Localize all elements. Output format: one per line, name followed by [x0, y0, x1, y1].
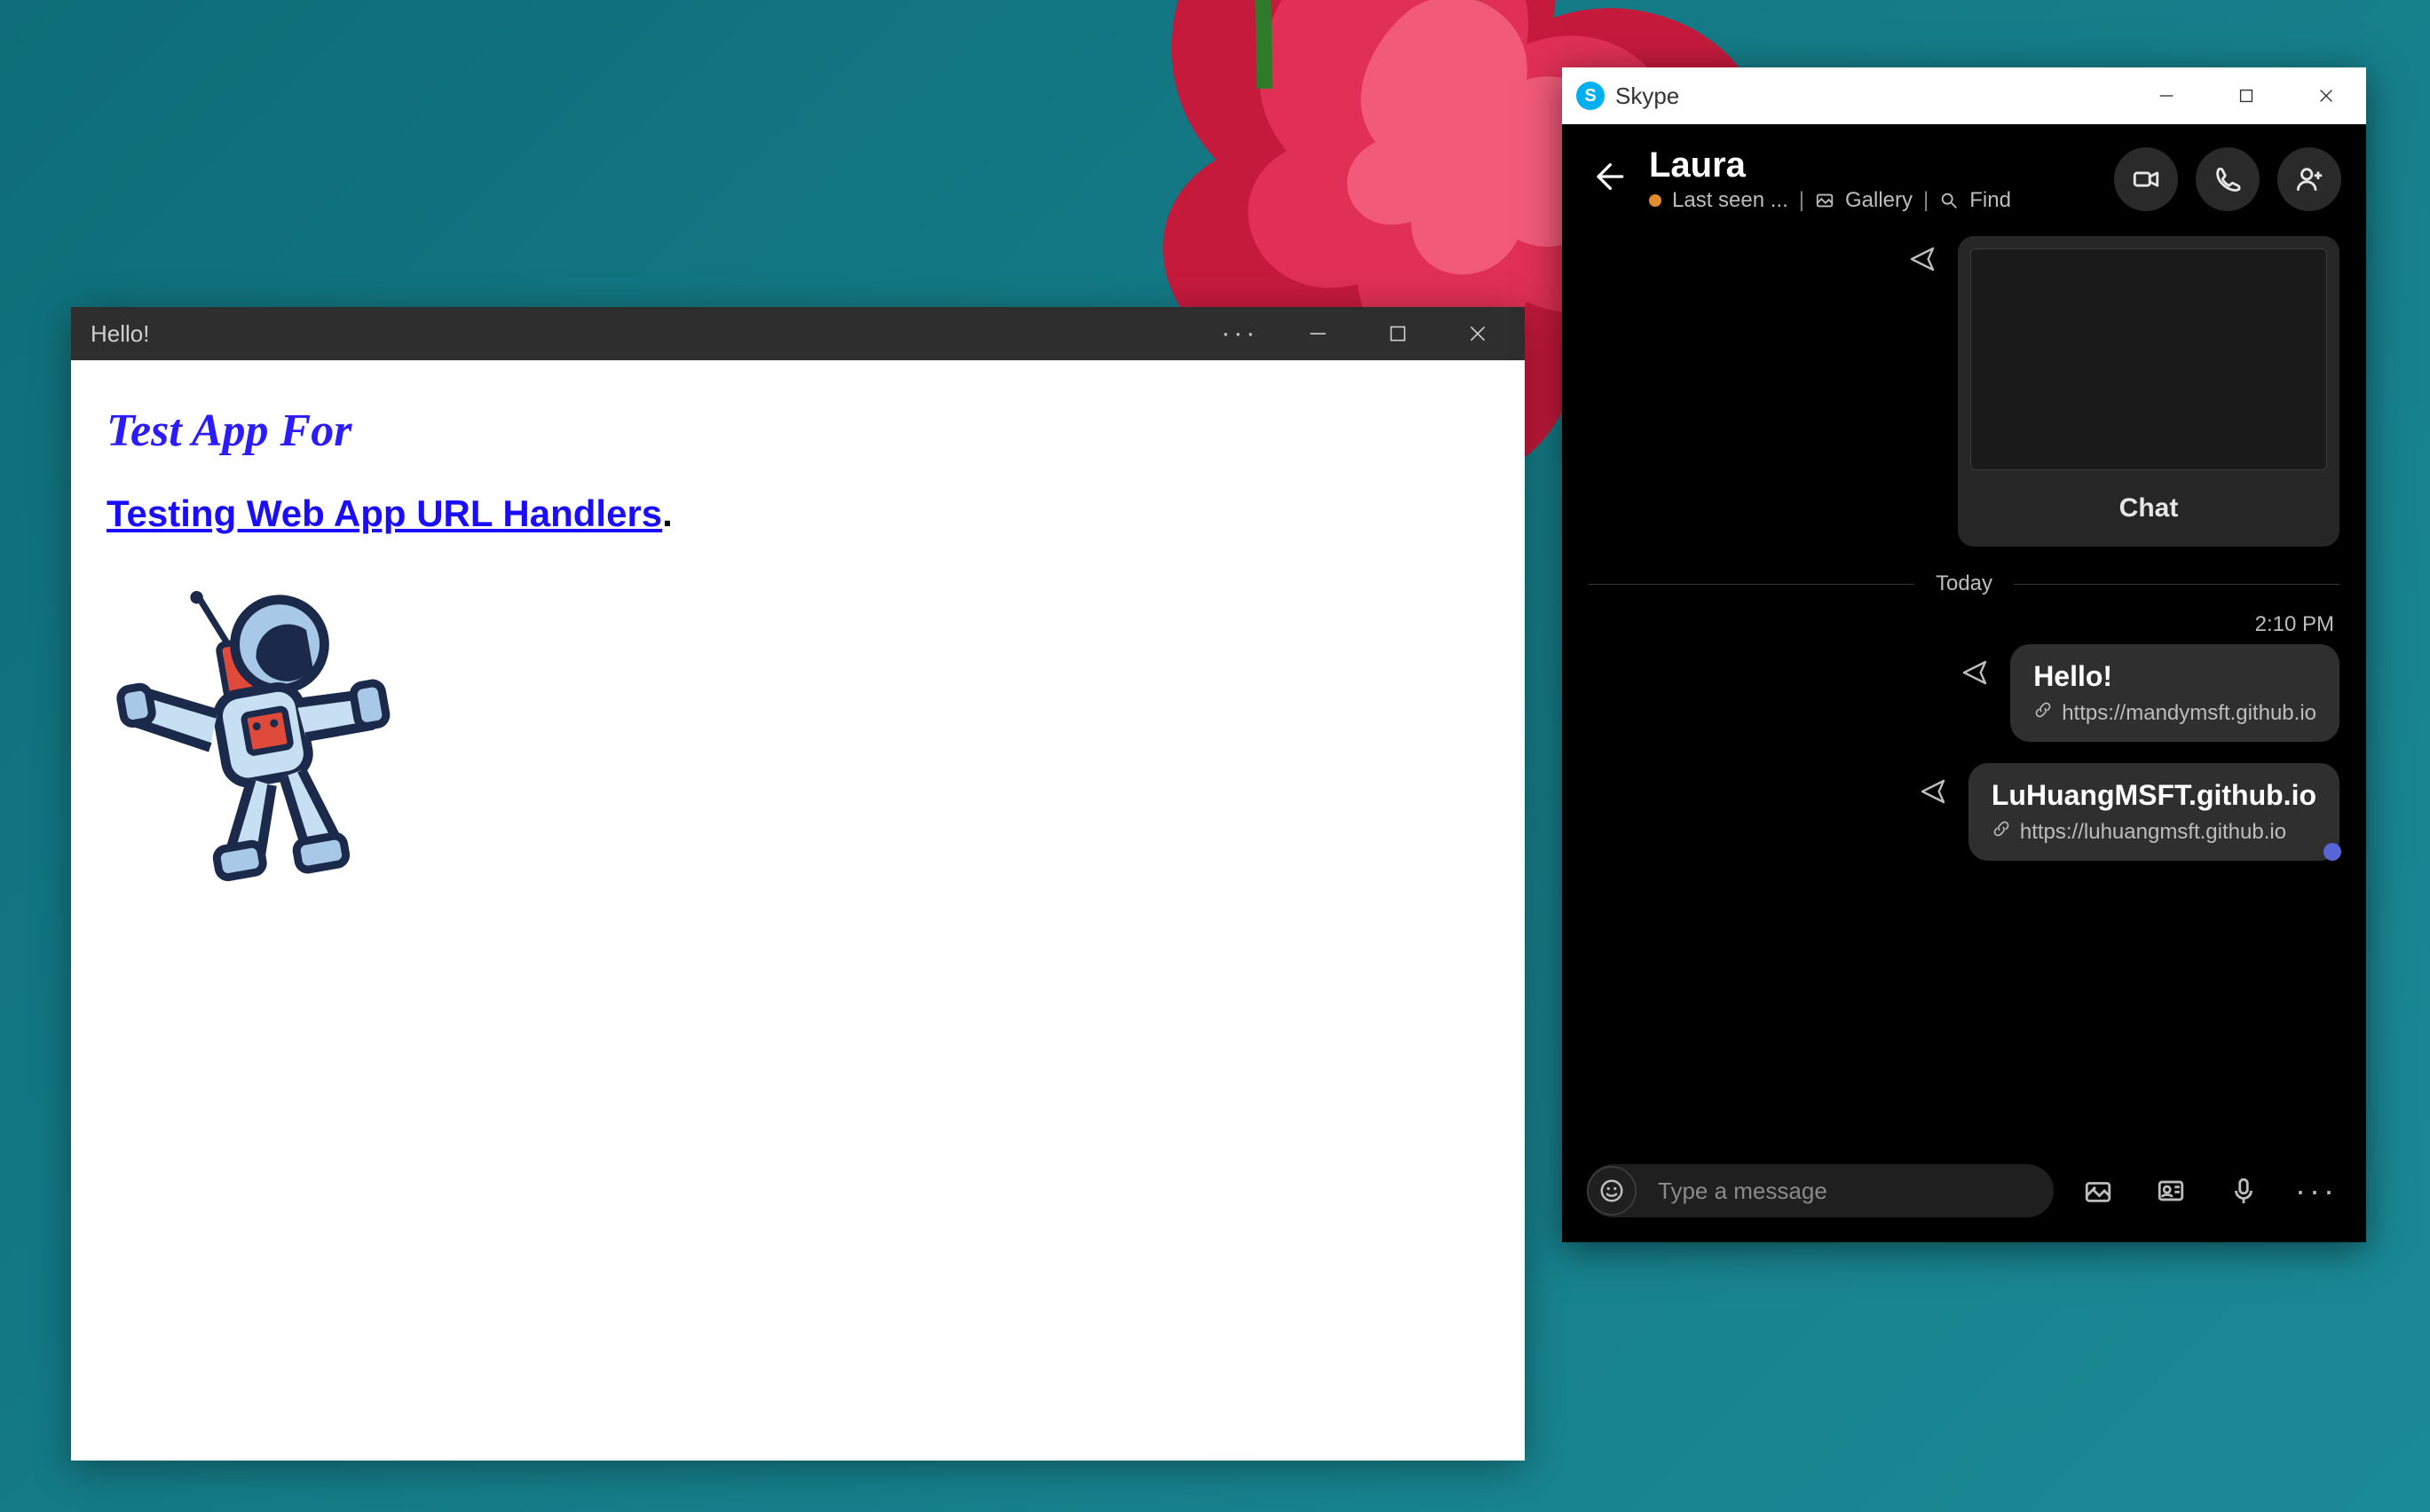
- photo-button[interactable]: [2073, 1166, 2123, 1216]
- app-more-icon[interactable]: ···: [1211, 319, 1269, 349]
- hello-app-window-controls: ···: [1211, 307, 1518, 360]
- message-url[interactable]: https://mandymsft.github.io: [2062, 701, 2316, 726]
- find-icon: [1939, 191, 1959, 210]
- skype-maximize-button[interactable]: [2206, 67, 2286, 124]
- hello-app-window: Hello! ··· Test App For Testing Web App …: [71, 307, 1525, 1461]
- message-bubble[interactable]: LuHuangMSFT.github.io https://luhuangmsf…: [1968, 763, 2339, 861]
- share-card-row: Chat: [1589, 236, 2339, 547]
- read-receipt-badge: [2323, 843, 2341, 861]
- contact-info: Laura Last seen ... | Gallery | Find: [1649, 146, 2093, 213]
- sent-arrow-icon: [1919, 777, 1947, 806]
- message-input[interactable]: [1658, 1177, 2045, 1205]
- find-link[interactable]: Find: [1969, 188, 2011, 213]
- back-button[interactable]: [1587, 159, 1628, 201]
- audio-call-button[interactable]: [2196, 147, 2260, 211]
- chat-area[interactable]: Chat Today 2:10 PM Hello! https://mandy: [1562, 231, 2366, 1150]
- contact-name[interactable]: Laura: [1649, 146, 2093, 185]
- shared-contact-card[interactable]: Chat: [1958, 236, 2339, 547]
- period-text: .: [662, 492, 673, 534]
- compose-right-icons: ···: [2073, 1166, 2341, 1216]
- skype-window: S Skype Laura Last seen ... |: [1562, 67, 2366, 1242]
- app-close-button[interactable]: [1438, 307, 1518, 360]
- skype-app-title: Skype: [1615, 83, 1679, 110]
- share-card-preview: [1970, 248, 2327, 470]
- skype-close-button[interactable]: [2286, 67, 2366, 124]
- skype-logo-icon: S: [1576, 82, 1605, 110]
- divider-line: [2014, 584, 2339, 585]
- gallery-link[interactable]: Gallery: [1845, 188, 1913, 213]
- add-participant-button[interactable]: [2277, 147, 2341, 211]
- header-action-buttons: [2114, 147, 2341, 211]
- compose-input-wrap: [1587, 1164, 2054, 1217]
- microphone-button[interactable]: [2219, 1166, 2268, 1216]
- message-url-row: https://luhuangmsft.github.io: [1992, 819, 2316, 845]
- skype-window-controls: [2126, 67, 2366, 124]
- astronaut-image: [72, 554, 442, 924]
- separator: |: [1923, 188, 1929, 213]
- app-minimize-button[interactable]: [1278, 307, 1358, 360]
- separator: |: [1799, 188, 1804, 213]
- message-title: LuHuangMSFT.github.io: [1992, 779, 2316, 812]
- app-maximize-button[interactable]: [1358, 307, 1438, 360]
- skype-chat-header: Laura Last seen ... | Gallery | Find: [1562, 124, 2366, 231]
- message-bubble[interactable]: Hello! https://mandymsft.github.io: [2010, 644, 2339, 742]
- sent-arrow-icon: [1908, 245, 1937, 273]
- link-icon: [2033, 700, 2053, 726]
- last-seen-text: Last seen ...: [1672, 188, 1788, 213]
- compose-bar: ···: [1562, 1150, 2366, 1242]
- share-card-chat-button[interactable]: Chat: [1958, 470, 2339, 547]
- gallery-icon: [1815, 191, 1834, 210]
- message-timestamp: 2:10 PM: [1589, 612, 2339, 637]
- emoji-button[interactable]: [1587, 1166, 1637, 1216]
- message-title: Hello!: [2033, 660, 2316, 693]
- skype-titlebar: S Skype: [1562, 67, 2366, 124]
- link-icon: [1992, 819, 2011, 845]
- sent-arrow-icon: [1961, 658, 1989, 687]
- url-handlers-link[interactable]: Testing Web App URL Handlers: [107, 492, 662, 534]
- skype-minimize-button[interactable]: [2126, 67, 2206, 124]
- hello-app-title: Hello!: [91, 320, 149, 348]
- message-url[interactable]: https://luhuangmsft.github.io: [2020, 820, 2286, 845]
- video-call-button[interactable]: [2114, 147, 2178, 211]
- hello-app-body: Test App For Testing Web App URL Handler…: [71, 360, 1525, 948]
- message-row: LuHuangMSFT.github.io https://luhuangmsf…: [1589, 763, 2339, 861]
- day-label: Today: [1936, 571, 1992, 596]
- divider-line: [1589, 584, 1914, 585]
- message-row: Hello! https://mandymsft.github.io: [1589, 644, 2339, 742]
- hello-app-subheading: Testing Web App URL Handlers.: [107, 492, 1489, 535]
- contact-card-button[interactable]: [2146, 1166, 2196, 1216]
- status-dot-icon: [1649, 194, 1661, 207]
- hello-app-heading: Test App For: [107, 405, 1489, 457]
- day-divider: Today: [1589, 571, 2339, 596]
- message-url-row: https://mandymsft.github.io: [2033, 700, 2316, 726]
- more-options-button[interactable]: ···: [2292, 1166, 2341, 1216]
- contact-subline: Last seen ... | Gallery | Find: [1649, 188, 2093, 213]
- hello-app-titlebar: Hello! ···: [71, 307, 1525, 360]
